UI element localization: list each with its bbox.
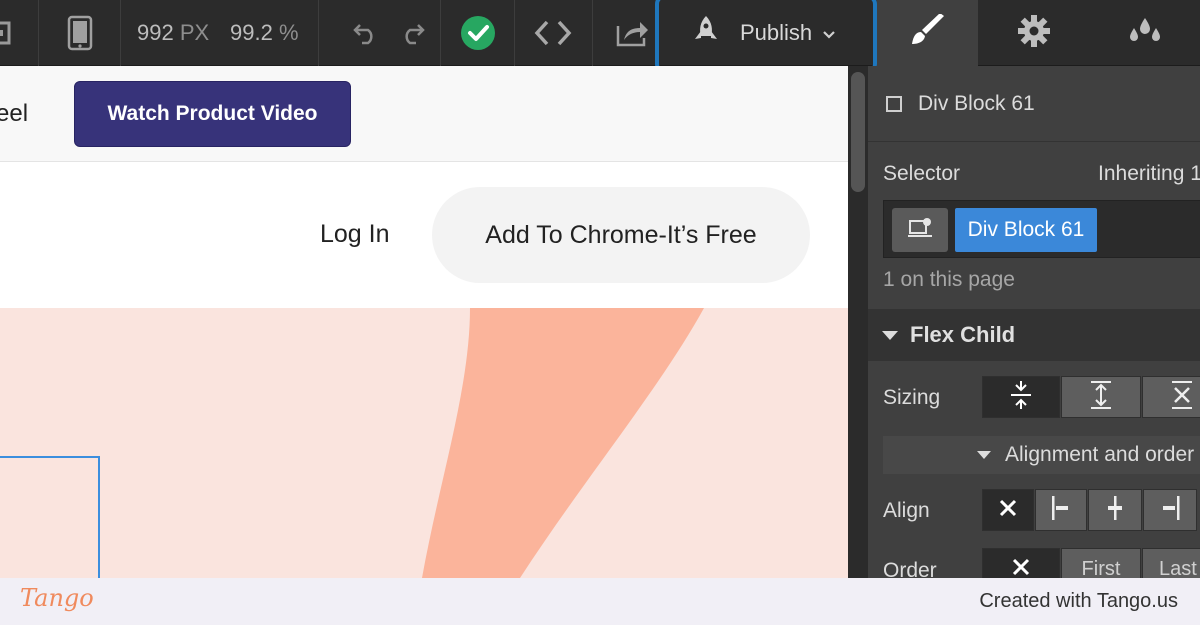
flex-child-section-header[interactable]: Flex Child: [868, 309, 1200, 361]
selected-element-outline[interactable]: [0, 456, 100, 578]
sizing-grow-button[interactable]: [1061, 376, 1141, 418]
grow-icon: [1089, 379, 1113, 416]
publish-highlight-outline: [655, 0, 877, 74]
selector-field[interactable]: Div Block 61: [883, 200, 1200, 258]
canvas-scrollbar[interactable]: [848, 66, 868, 578]
selector-class-chip[interactable]: Div Block 61: [955, 208, 1097, 252]
tango-footer: Tango Created with Tango.us: [0, 578, 1200, 625]
order-last-button[interactable]: Last: [1142, 548, 1200, 578]
announcement-banner: eel Watch Product Video: [0, 66, 848, 162]
order-last-label: Last: [1159, 557, 1197, 579]
tab-style-panel[interactable]: [877, 0, 978, 66]
flex-child-title: Flex Child: [910, 322, 1016, 347]
order-first-label: First: [1081, 557, 1121, 579]
align-center-button[interactable]: [1088, 489, 1142, 531]
close-icon: [1012, 558, 1030, 579]
alignment-order-title: Alignment and order: [1005, 443, 1195, 466]
close-icon: [999, 499, 1017, 522]
toolbar-divider: [120, 0, 121, 66]
tablet-device-icon[interactable]: [40, 0, 120, 66]
element-selector-icon: [907, 217, 933, 244]
selector-count: 1 on this page: [883, 268, 1015, 291]
selector-label: Selector: [883, 162, 961, 185]
sizing-label: Sizing: [883, 386, 941, 409]
undo-icon[interactable]: [346, 0, 386, 66]
canvas-zoom-unit: %: [278, 20, 299, 45]
gear-icon: [1017, 14, 1051, 53]
selector-element-button[interactable]: [892, 208, 948, 252]
canvas-width-readout[interactable]: 992 PX: [137, 20, 209, 46]
hero-section: [0, 308, 848, 578]
align-end-button[interactable]: [1143, 489, 1197, 531]
shrink-icon: [1009, 379, 1033, 416]
order-label: Order: [883, 559, 937, 578]
alignment-order-subheader[interactable]: Alignment and order: [883, 436, 1200, 474]
caret-down-icon: [882, 330, 898, 340]
no-sizing-icon: [1170, 379, 1194, 416]
hero-decorative-shape: [422, 308, 704, 578]
watch-product-video-button[interactable]: Watch Product Video: [74, 81, 351, 147]
element-checkbox[interactable]: [886, 95, 902, 112]
canvas-width-unit: PX: [179, 20, 210, 45]
align-start-button[interactable]: [1035, 489, 1087, 531]
toolbar-divider: [318, 0, 319, 66]
designer-toolbar: 992 PX 99.2 % Publish: [0, 0, 1200, 74]
align-label: Align: [883, 499, 930, 522]
canvas-zoom-value: 99.2: [230, 20, 273, 45]
tango-logo: Tango: [20, 584, 94, 612]
inheriting-label[interactable]: Inheriting 1: [1098, 162, 1200, 186]
tab-interactions[interactable]: [1090, 0, 1200, 66]
save-status-check-icon[interactable]: [440, 0, 516, 66]
sizing-shrink-button[interactable]: [982, 376, 1060, 418]
canvas-width-value: 992: [137, 20, 174, 45]
selected-element-row[interactable]: Div Block 61: [868, 66, 1200, 142]
style-panel: Div Block 61 Selector Inheriting 1 Div B…: [868, 66, 1200, 578]
align-center-icon: [1104, 494, 1126, 527]
redo-icon[interactable]: [392, 0, 432, 66]
element-name: Div Block 61: [918, 91, 1035, 115]
tab-settings[interactable]: [980, 0, 1088, 66]
scrollbar-thumb[interactable]: [851, 72, 865, 192]
design-canvas[interactable]: eel Watch Product Video Log In Add To Ch…: [0, 66, 848, 578]
share-icon[interactable]: [606, 0, 658, 66]
site-navbar: Log In Add To Chrome-It’s Free: [0, 162, 848, 308]
align-end-icon: [1159, 494, 1181, 527]
caret-down-icon: [977, 451, 991, 459]
droplets-icon: [1127, 16, 1163, 51]
align-none-button[interactable]: [982, 489, 1034, 531]
banner-text: eel: [0, 100, 29, 127]
order-first-button[interactable]: First: [1061, 548, 1141, 578]
toolbar-divider: [592, 0, 593, 66]
add-to-chrome-button[interactable]: Add To Chrome-It’s Free: [432, 187, 810, 283]
panel-toggle-icon[interactable]: [0, 0, 16, 66]
screenshot-stage: 992 PX 99.2 % Publish eel Watch Product …: [0, 0, 1200, 625]
canvas-zoom-readout[interactable]: 99.2 %: [230, 20, 299, 46]
code-export-icon[interactable]: [514, 0, 592, 66]
tango-credit: Created with Tango.us: [979, 590, 1178, 612]
log-in-link[interactable]: Log In: [320, 220, 390, 249]
order-none-button[interactable]: [982, 548, 1060, 578]
align-start-icon: [1050, 494, 1072, 527]
paintbrush-icon: [908, 12, 948, 53]
toolbar-divider: [38, 0, 39, 66]
sizing-none-button[interactable]: [1142, 376, 1200, 418]
